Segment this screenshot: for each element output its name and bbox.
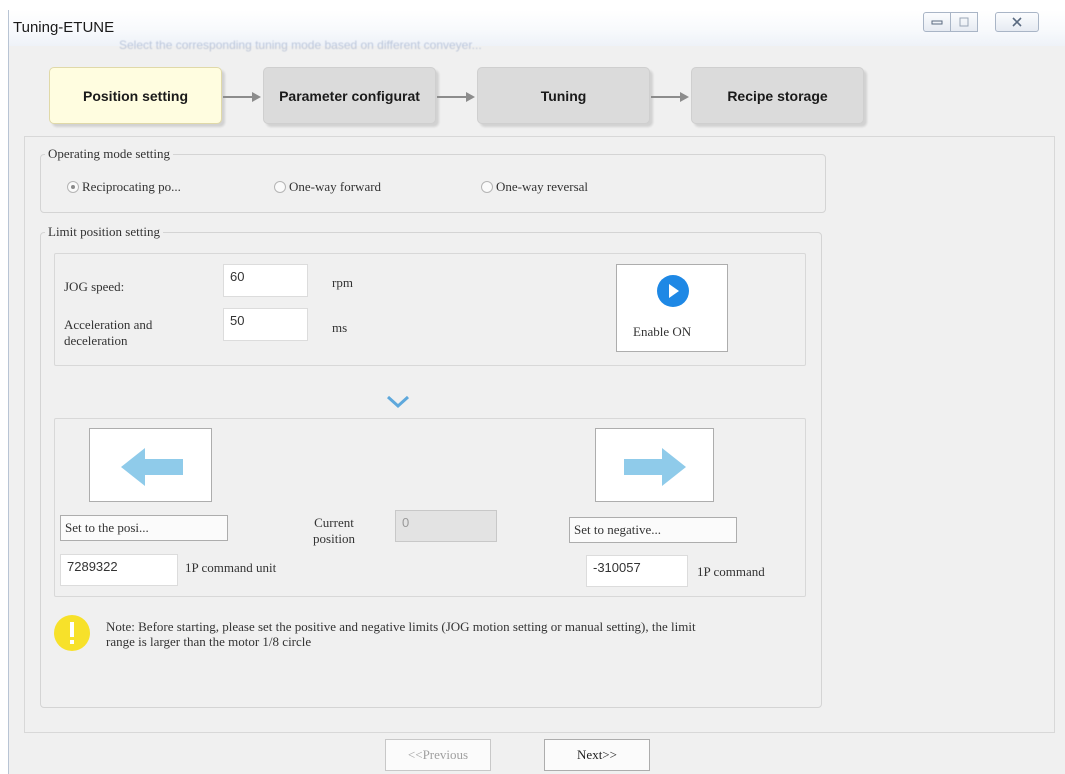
radio-one-way-forward[interactable]: One-way forward — [274, 179, 381, 195]
enable-on-label: Enable ON — [633, 324, 692, 339]
operating-mode-group: Operating mode setting Reciprocating po.… — [40, 146, 826, 213]
radio-dot-checked — [67, 181, 79, 193]
move-left-button[interactable] — [89, 428, 212, 502]
jog-speed-input[interactable]: 60 — [223, 264, 308, 297]
radio-dot — [274, 181, 286, 193]
current-position-field: 0 — [395, 510, 497, 542]
operating-mode-legend: Operating mode setting — [48, 146, 171, 161]
close-button[interactable] — [995, 12, 1039, 32]
accel-label: Acceleration and deceleration — [64, 317, 153, 348]
chevron-down-icon — [386, 395, 410, 409]
step-tuning[interactable]: Tuning — [477, 67, 650, 124]
jog-panel: JOG speed: 60 rpm Acceleration and decel… — [54, 253, 806, 366]
accel-input[interactable]: 50 — [223, 308, 308, 341]
close-icon — [1012, 17, 1022, 27]
radio-reciprocating[interactable]: Reciprocating po... — [67, 179, 181, 195]
step-parameter-configuration[interactable]: Parameter configurat — [263, 67, 436, 124]
maximize-button[interactable] — [950, 12, 978, 32]
current-position-label: Current position — [313, 515, 355, 546]
step-arrow — [651, 92, 689, 102]
arrow-right-icon — [624, 448, 686, 486]
step-arrow — [223, 92, 261, 102]
warning-icon — [54, 615, 90, 651]
set-positive-limit-button[interactable]: Set to the posi... — [60, 515, 228, 541]
limit-position-legend: Limit position setting — [48, 224, 160, 239]
note-text: Note: Before starting, please set the po… — [106, 619, 696, 649]
step-label: Recipe storage — [727, 87, 828, 104]
maximize-icon — [959, 17, 969, 27]
arrow-left-icon — [121, 448, 183, 486]
set-negative-limit-button[interactable]: Set to negative... — [569, 517, 737, 543]
jog-speed-unit: rpm — [332, 275, 353, 290]
window-title: Tuning-ETUNE — [13, 19, 115, 36]
step-position-setting[interactable]: Position setting — [49, 67, 222, 124]
positive-limit-input[interactable]: 7289322 — [60, 554, 178, 586]
positioning-panel: Set to the posi... Current position 0 Se… — [54, 418, 806, 597]
positive-limit-unit: 1P command unit — [185, 560, 277, 575]
radio-dot — [481, 181, 493, 193]
radio-label: One-way reversal — [496, 179, 589, 194]
radio-label: One-way forward — [289, 179, 382, 194]
previous-button[interactable]: <<Previous — [385, 739, 491, 771]
accel-unit: ms — [332, 320, 348, 335]
jog-speed-label: JOG speed: — [64, 279, 125, 294]
step-label: Position setting — [83, 87, 188, 104]
minimize-button[interactable] — [923, 12, 951, 32]
ghost-header-text: Select the corresponding tuning mode bas… — [119, 38, 482, 52]
main-panel: Operating mode setting Reciprocating po.… — [24, 136, 1055, 733]
radio-label: Reciprocating po... — [82, 179, 181, 194]
enable-on-button[interactable]: Enable ON — [616, 264, 728, 352]
step-label: Parameter configurat — [279, 87, 420, 104]
minimize-icon — [931, 20, 943, 25]
next-button[interactable]: Next>> — [544, 739, 650, 771]
play-icon — [657, 275, 689, 307]
title-bar: Tuning-ETUNE Select the corresponding tu… — [9, 10, 1065, 52]
tuning-window: Tuning-ETUNE Select the corresponding tu… — [8, 10, 1065, 774]
limit-position-group: Limit position setting JOG speed: 60 rpm… — [40, 224, 822, 708]
radio-one-way-reversal[interactable]: One-way reversal — [481, 179, 588, 195]
negative-limit-unit: 1P command — [697, 564, 765, 579]
negative-limit-input[interactable]: -310057 — [586, 555, 688, 587]
move-right-button[interactable] — [595, 428, 714, 502]
step-arrow — [437, 92, 475, 102]
step-label: Tuning — [540, 87, 587, 104]
step-recipe-storage[interactable]: Recipe storage — [691, 67, 864, 124]
